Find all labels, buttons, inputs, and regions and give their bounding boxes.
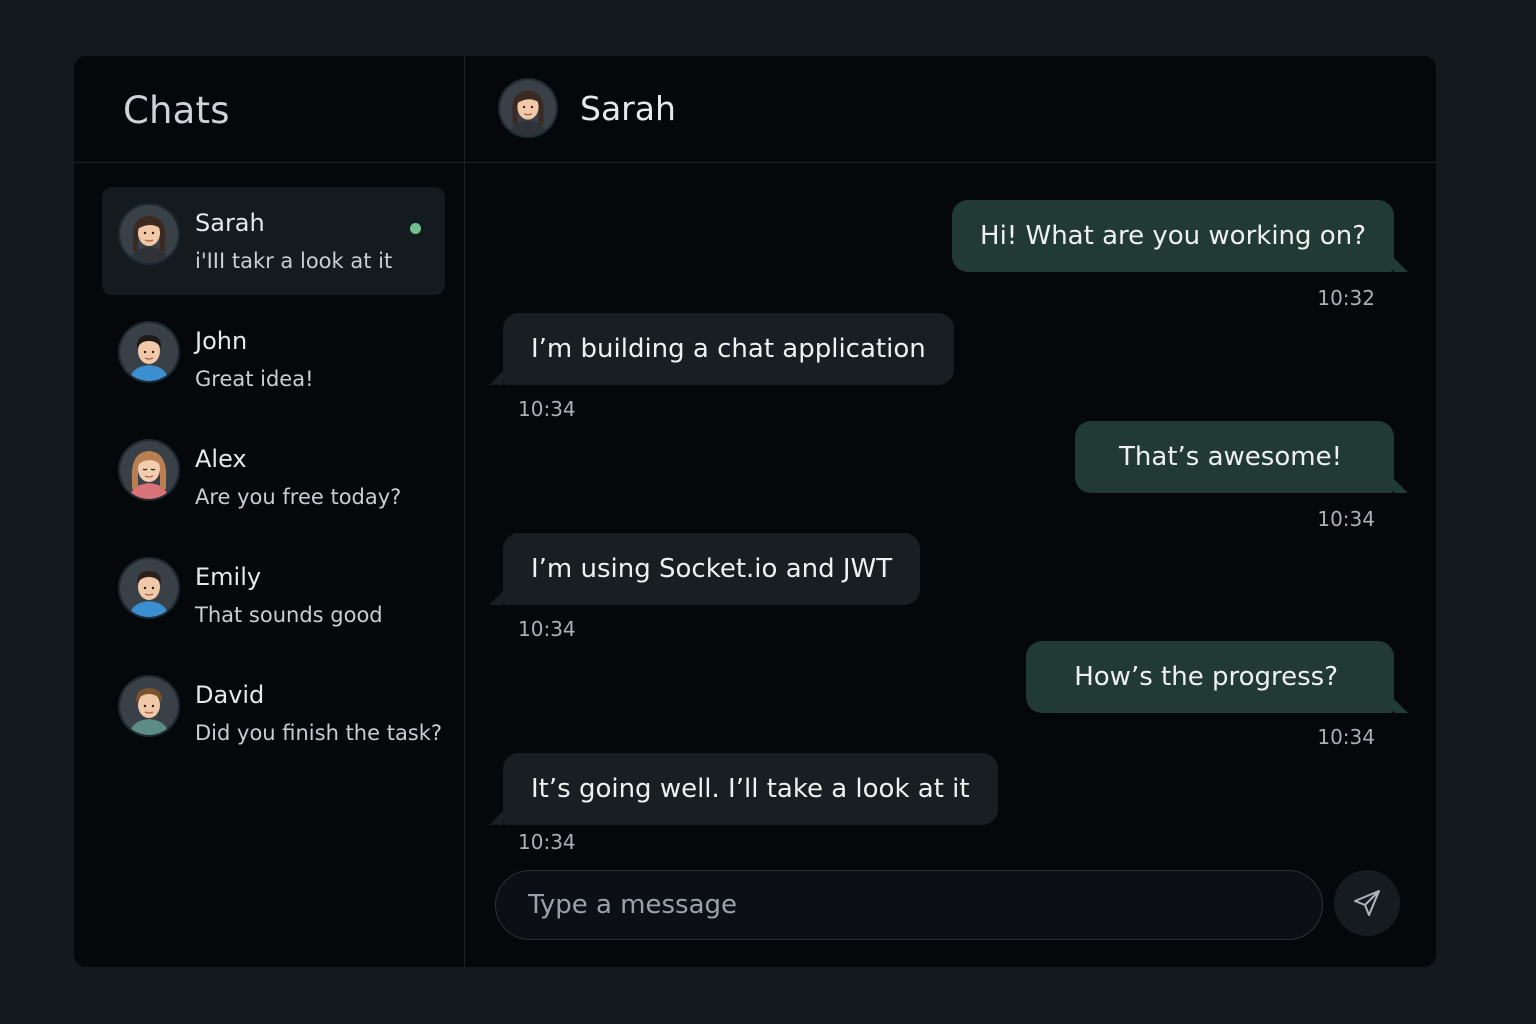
send-button[interactable] [1334,870,1400,936]
male-brown-hair-avatar-icon [118,675,180,737]
sidebar-title: Chats [123,89,230,132]
outgoing-message-bubble: That’s awesome! [1075,421,1408,493]
sidebar-header: Chats [74,56,464,163]
chat-name: Sarah [195,209,265,237]
incoming-message-bubble: It’s going well. I’ll take a look at it [489,753,998,825]
contact-name: Sarah [580,89,676,128]
sidebar: Chats Sarah i'III takr a look at it John… [74,56,465,967]
male-avatar-icon [118,321,180,383]
chat-preview: i'III takr a look at it [195,249,393,273]
chat-app-window: Chats Sarah i'III takr a look at it John… [74,56,1436,967]
message-timestamp: 10:32 [1317,286,1375,310]
message-timestamp: 10:34 [1317,507,1375,531]
chat-name: David [195,681,265,709]
chat-preview: That sounds good [195,603,383,627]
message-timestamp: 10:34 [518,397,576,421]
chat-preview: Are you free today? [195,485,402,509]
incoming-message-bubble: I’m using Socket.io and JWT [488,533,921,605]
send-icon [1354,890,1380,916]
message-input[interactable] [495,870,1323,940]
online-status-dot [410,223,421,234]
outgoing-message-bubble: Hi! What are you working on? [952,200,1408,272]
chat-preview: Great idea! [195,367,314,391]
message-timestamp: 10:34 [1317,725,1375,749]
chat-name: Emily [195,563,262,591]
chat-item-david[interactable]: David Did you finish the task? [102,659,445,767]
chat-list: Sarah i'III takr a look at it John Great… [102,187,445,777]
chat-preview: Did you finish the task? [195,721,443,745]
chat-item-john[interactable]: John Great idea! [102,305,445,413]
message-timestamp: 10:34 [518,617,576,641]
chat-name: John [195,327,248,355]
female-dark-hair-avatar-icon[interactable] [498,78,558,138]
chat-item-sarah[interactable]: Sarah i'III takr a look at it [102,187,445,295]
conversation-header: Sarah [465,56,1436,163]
male-avatar-icon [118,557,180,619]
message-timestamp: 10:34 [518,830,576,854]
female-dark-hair-avatar-icon [118,203,180,265]
outgoing-message-bubble: How’s the progress? [1026,641,1408,713]
female-light-hair-avatar-icon [118,439,180,501]
chat-name: Alex [195,445,247,473]
incoming-message-bubble: I’m building a chat application [489,313,954,385]
chat-item-emily[interactable]: Emily That sounds good [102,541,445,649]
conversation-panel: Sarah Hi! What are you working on? 10:32… [465,56,1436,967]
chat-item-alex[interactable]: Alex Are you free today? [102,423,445,531]
